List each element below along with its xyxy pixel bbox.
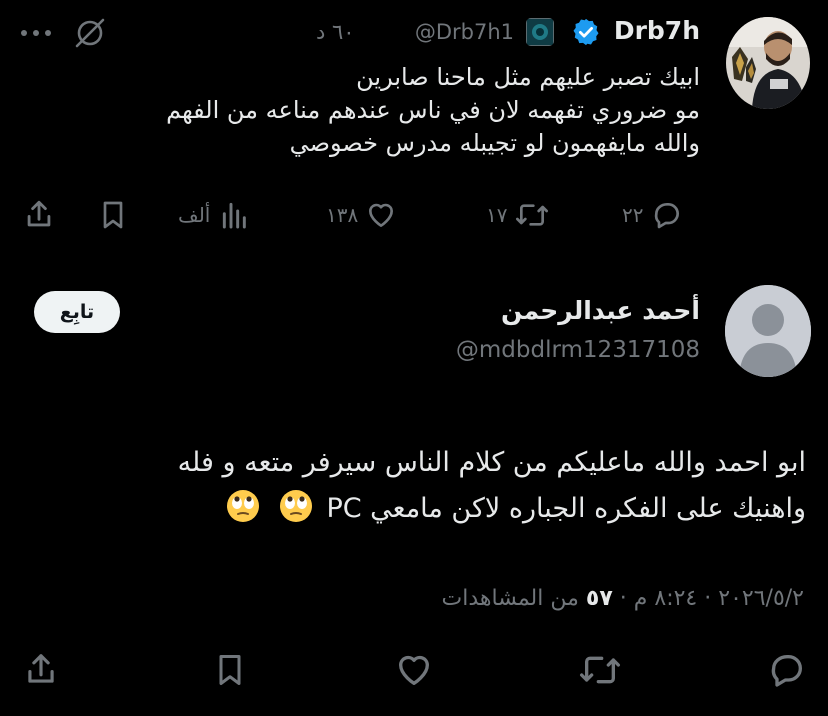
parent-avatar[interactable] <box>726 17 810 109</box>
tweet-text-line: مو ضروري تفهمه لان في ناس عندهم مناعه من… <box>166 96 700 124</box>
reply-views-label: من المشاهدات <box>441 586 579 611</box>
share-button[interactable] <box>22 197 56 233</box>
like-button[interactable] <box>394 650 434 690</box>
parent-handle[interactable]: @Drb7h1 <box>415 20 514 44</box>
reply-text-line-2: واهنيك على الفكره الجباره لاكن مامعي PC <box>16 486 806 532</box>
reply-display-name[interactable]: أحمد عبدالرحمن <box>501 296 700 325</box>
share-icon <box>28 654 54 683</box>
reply-action-bar <box>0 646 828 696</box>
rolling-eyes-emoji-icon <box>279 489 313 523</box>
heart-icon <box>399 655 429 685</box>
verified-badge-icon <box>571 17 601 47</box>
reply-button[interactable]: ٢٢ <box>622 199 685 231</box>
reply-handle[interactable]: @mdbdlrm12317108 <box>456 337 700 363</box>
reply-text-line: واهنيك على الفكره الجباره لاكن مامعي PC <box>326 493 806 524</box>
replies-count: ٢٢ <box>622 203 644 227</box>
comment-icon <box>655 203 680 229</box>
reply-metadata: ٢٠٢٦/٥/٢ · ٨:٢٤ م · ٥٧ من المشاهدات <box>442 586 804 611</box>
reply-date[interactable]: ٢٠٢٦/٥/٢ <box>718 586 804 611</box>
follow-button[interactable]: تابِع <box>34 291 120 333</box>
tweet-text-line: ابيك تصبر عليهم مثل ماحنا صابرين <box>356 63 700 91</box>
affiliate-badge-icon <box>526 18 554 46</box>
views-count: ألف <box>178 203 211 227</box>
retweet-button[interactable] <box>578 650 622 690</box>
bookmark-button[interactable] <box>97 197 129 233</box>
likes-count: ١٣٨ <box>326 203 359 227</box>
comment-icon <box>771 655 802 687</box>
reply-views-count[interactable]: ٥٧ <box>586 586 613 611</box>
reply-tweet-text: ابو احمد والله ماعليكم من كلام الناس سير… <box>16 440 806 532</box>
parent-action-bar: ألف ١٣٨ ١٧ ٢٢ <box>0 193 828 239</box>
share-button[interactable] <box>22 650 60 690</box>
parent-display-name[interactable]: Drb7h <box>614 16 700 45</box>
bookmark-button[interactable] <box>212 650 248 690</box>
reply-text-line: ابو احمد والله ماعليكم من كلام الناس سير… <box>177 447 806 478</box>
more-dots-icon[interactable] <box>18 20 54 46</box>
analytics-icon <box>223 202 247 229</box>
separator-dot: · <box>612 586 627 611</box>
bookmark-icon <box>219 655 241 685</box>
separator-dot: · <box>697 586 712 611</box>
parent-timestamp[interactable]: ٦٠ د <box>316 20 355 44</box>
retweets-count: ١٧ <box>486 203 508 227</box>
bookmark-icon <box>103 201 123 229</box>
reply-button[interactable] <box>766 650 808 690</box>
retweet-icon <box>580 656 620 684</box>
reply-avatar[interactable] <box>725 285 811 377</box>
eye-slash-icon[interactable] <box>72 17 108 49</box>
reply-time[interactable]: ٨:٢٤ م <box>634 586 698 611</box>
share-icon <box>27 200 51 227</box>
retweet-button[interactable]: ١٧ <box>486 199 551 231</box>
rolling-eyes-emoji-icon <box>226 489 260 523</box>
parent-tweet-text: ابيك تصبر عليهم مثل ماحنا صابرين مو ضرور… <box>100 61 700 160</box>
views-button[interactable]: ألف <box>178 199 252 231</box>
retweet-icon <box>516 204 549 226</box>
tweet-text-line: والله مايفهمون لو تجيبله مدرس خصوصي <box>289 129 700 157</box>
like-button[interactable]: ١٣٨ <box>326 199 398 231</box>
heart-icon <box>369 203 394 227</box>
